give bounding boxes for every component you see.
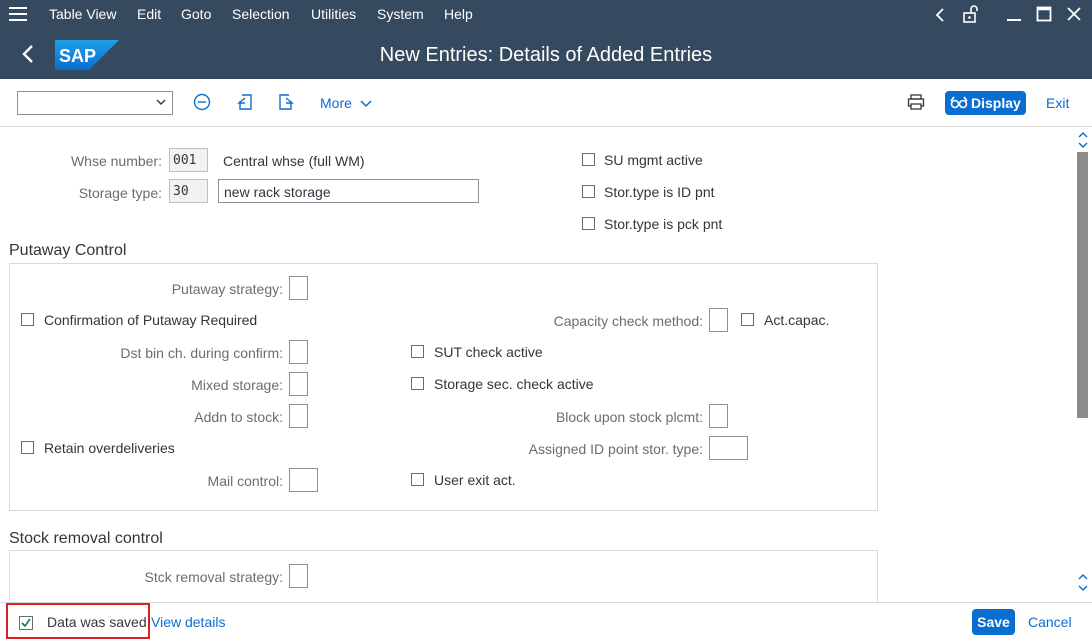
whse-number-field: 001 xyxy=(169,148,208,172)
storage-type-label: Storage type: xyxy=(78,185,162,201)
pck-pnt-label: Stor.type is pck pnt xyxy=(604,216,723,232)
view-details-link[interactable]: View details xyxy=(151,614,225,630)
dst-bin-label: Dst bin ch. during confirm: xyxy=(120,345,283,361)
chevron-down-icon xyxy=(360,100,372,108)
id-pnt-checkbox[interactable] xyxy=(582,185,595,198)
menu-goto[interactable]: Goto xyxy=(181,6,211,22)
storage-type-field: 30 xyxy=(169,179,208,203)
whse-number-description: Central whse (full WM) xyxy=(223,153,365,169)
chevron-down-icon[interactable] xyxy=(156,97,166,107)
previous-entry-icon[interactable] xyxy=(236,93,254,111)
content-area: Whse number: 001 Central whse (full WM) … xyxy=(0,128,1075,602)
menu-edit[interactable]: Edit xyxy=(137,6,161,22)
menu-help[interactable]: Help xyxy=(444,6,473,22)
display-button[interactable]: Display xyxy=(945,91,1026,115)
putaway-strategy-label: Putaway strategy: xyxy=(171,281,283,297)
menu-utilities[interactable]: Utilities xyxy=(311,6,356,22)
id-pnt-label: Stor.type is ID pnt xyxy=(604,184,715,200)
assigned-id-input[interactable] xyxy=(709,436,748,460)
pck-pnt-checkbox[interactable] xyxy=(582,217,595,230)
storage-sec-label: Storage sec. check active xyxy=(434,376,594,392)
mixed-storage-input[interactable] xyxy=(289,372,308,396)
whse-number-label: Whse number: xyxy=(70,153,162,169)
su-mgmt-checkbox[interactable] xyxy=(582,153,595,166)
capacity-check-input[interactable] xyxy=(709,308,728,332)
stock-removal-title: Stock removal control xyxy=(9,530,163,547)
stock-removal-strategy-input[interactable] xyxy=(289,564,308,588)
close-icon[interactable] xyxy=(1066,6,1082,22)
scroll-up-small-icon[interactable] xyxy=(1078,572,1088,582)
maximize-icon[interactable] xyxy=(1036,6,1052,22)
command-field[interactable] xyxy=(17,91,173,115)
user-exit-checkbox[interactable] xyxy=(411,473,424,486)
cancel-button[interactable]: Cancel xyxy=(1028,614,1072,630)
footer-bar: Data was saved View details Save Cancel xyxy=(0,602,1092,641)
mail-control-label: Mail control: xyxy=(207,473,283,489)
menu-system[interactable]: System xyxy=(377,6,424,22)
sut-check-label: SUT check active xyxy=(434,344,543,360)
cancel-circle-icon[interactable] xyxy=(193,93,211,111)
putaway-strategy-input[interactable] xyxy=(289,276,308,300)
title-bar: SAP New Entries: Details of Added Entrie… xyxy=(0,30,1092,79)
addn-stock-label: Addn to stock: xyxy=(194,409,283,425)
scrollbar-thumb[interactable] xyxy=(1077,152,1088,418)
storage-type-description-input[interactable]: new rack storage xyxy=(218,179,479,203)
dst-bin-input[interactable] xyxy=(289,340,308,364)
more-menu-button[interactable]: More xyxy=(320,95,372,111)
act-capac-checkbox[interactable] xyxy=(741,313,754,326)
scroll-down-icon[interactable] xyxy=(1078,583,1088,593)
addn-stock-input[interactable] xyxy=(289,404,308,428)
mail-control-input[interactable] xyxy=(289,468,318,492)
unlock-icon[interactable] xyxy=(962,5,980,23)
capacity-check-label: Capacity check method: xyxy=(553,313,703,329)
retain-overdeliveries-checkbox[interactable] xyxy=(21,441,34,454)
success-check-icon xyxy=(19,616,33,630)
user-exit-label: User exit act. xyxy=(434,472,516,488)
status-message: Data was saved xyxy=(47,614,147,630)
mixed-storage-label: Mixed storage: xyxy=(191,377,283,393)
menu-table-view[interactable]: Table View xyxy=(49,6,116,22)
scroll-up-icon[interactable] xyxy=(1078,130,1088,140)
confirmation-label: Confirmation of Putaway Required xyxy=(44,312,258,328)
scroll-down-small-icon[interactable] xyxy=(1078,140,1088,150)
menu-selection[interactable]: Selection xyxy=(232,6,290,22)
vertical-scrollbar[interactable] xyxy=(1075,128,1092,602)
confirmation-checkbox[interactable] xyxy=(21,313,34,326)
minimize-icon[interactable] xyxy=(1006,8,1022,22)
block-upon-label: Block upon stock plcmt: xyxy=(555,409,703,425)
display-label: Display xyxy=(971,95,1021,111)
menu-bar: Table View Edit Goto Selection Utilities… xyxy=(0,0,1092,30)
stock-removal-strategy-label: Stck removal strategy: xyxy=(144,569,284,585)
storage-sec-checkbox[interactable] xyxy=(411,377,424,390)
retain-overdeliveries-label: Retain overdeliveries xyxy=(44,440,175,456)
sut-check-checkbox[interactable] xyxy=(411,345,424,358)
page-title: New Entries: Details of Added Entries xyxy=(379,44,713,66)
more-label: More xyxy=(320,95,352,111)
next-entry-icon[interactable] xyxy=(277,93,295,111)
assigned-id-label: Assigned ID point stor. type: xyxy=(528,441,703,457)
print-icon[interactable] xyxy=(907,93,925,111)
block-upon-input[interactable] xyxy=(709,404,728,428)
chevron-left-icon[interactable] xyxy=(933,7,947,23)
su-mgmt-label: SU mgmt active xyxy=(604,152,703,168)
putaway-control-title: Putaway Control xyxy=(9,242,127,259)
hamburger-menu-icon[interactable] xyxy=(9,7,27,23)
exit-button[interactable]: Exit xyxy=(1046,95,1069,111)
save-button[interactable]: Save xyxy=(972,609,1015,635)
act-capac-label: Act.capac. xyxy=(764,312,830,328)
glasses-icon xyxy=(950,96,968,109)
toolbar: More Display Exit xyxy=(0,79,1092,127)
